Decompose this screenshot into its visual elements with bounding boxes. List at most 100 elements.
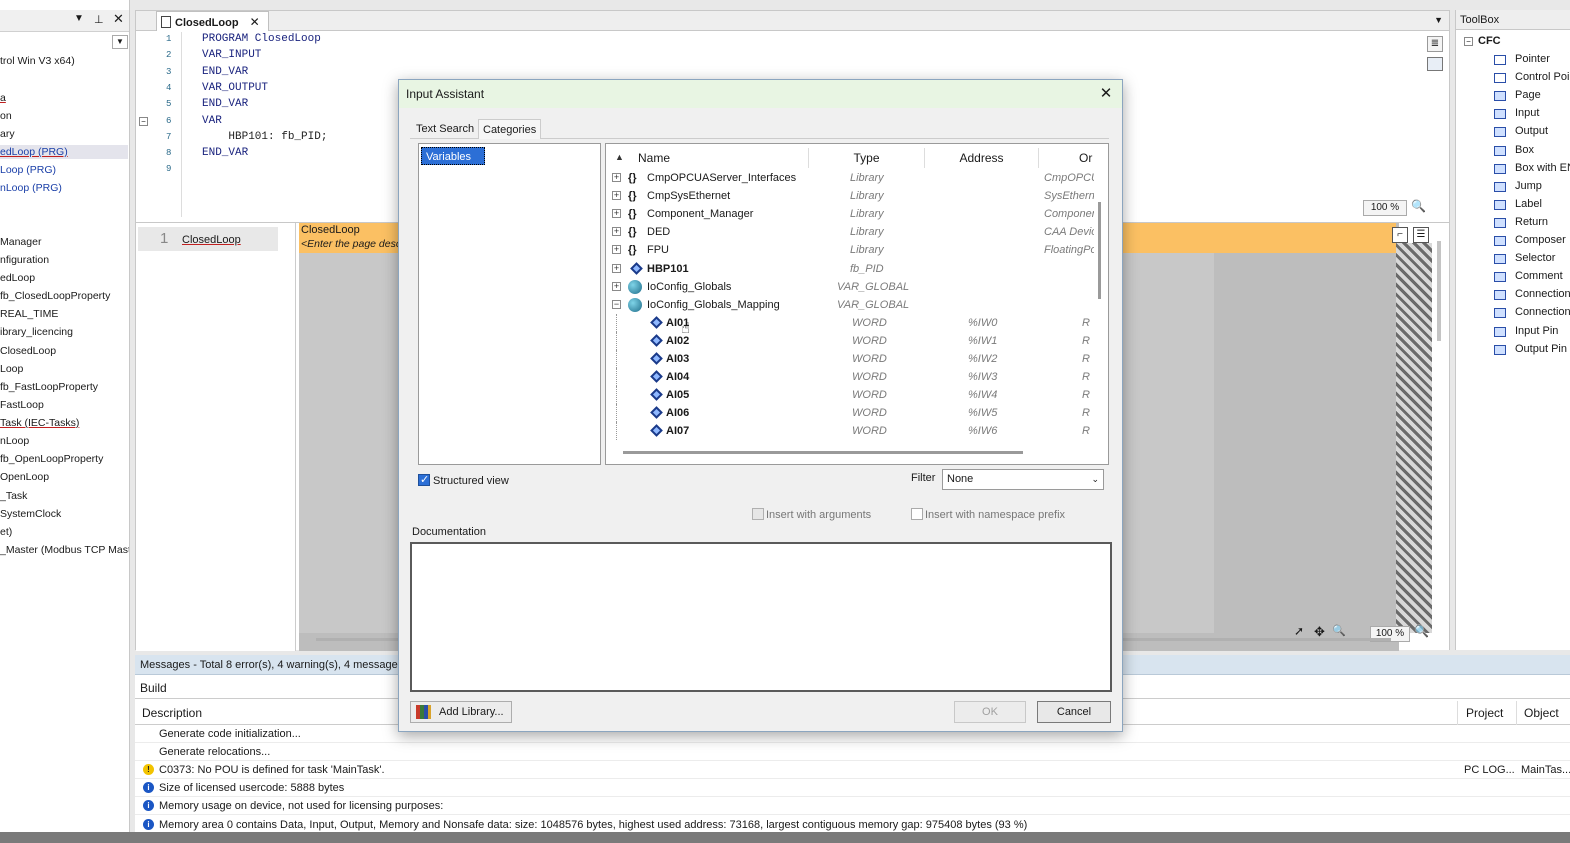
column-project[interactable]: Project: [1457, 701, 1503, 725]
variable-row[interactable]: + IoConfig_Globals VAR_GLOBAL: [606, 278, 1096, 296]
close-icon[interactable]: ✕: [1098, 86, 1114, 102]
code-line[interactable]: HBP101: fb_PID;: [202, 131, 327, 143]
variable-row[interactable]: AI07 WORD %IW6 R: [606, 422, 1096, 441]
project-tree-item[interactable]: Loop: [0, 362, 23, 376]
filter-select[interactable]: None ⌄: [942, 469, 1104, 490]
expand-icon[interactable]: +: [612, 209, 621, 219]
project-tree-item[interactable]: nLoop (PRG): [0, 181, 62, 195]
zoom-level-top[interactable]: 100 %: [1363, 200, 1407, 216]
column-object[interactable]: Object: [1516, 701, 1559, 725]
message-row[interactable]: ! C0373: No POU is defined for task 'Main…: [135, 761, 1570, 780]
project-tree-item[interactable]: et): [0, 525, 12, 539]
project-tree-item[interactable]: SystemClock: [0, 507, 61, 521]
project-tree-item[interactable]: OpenLoop: [0, 470, 49, 484]
tabular-view-icon[interactable]: [1427, 57, 1443, 71]
tab-categories[interactable]: Categories: [478, 119, 542, 139]
variable-row[interactable]: + {} FPU Library FloatingPo: [606, 241, 1096, 259]
code-line[interactable]: VAR: [202, 115, 222, 127]
tab-list-arrow-icon[interactable]: ▼: [1434, 15, 1443, 25]
message-row[interactable]: Generate relocations...: [135, 743, 1570, 762]
toolbox-item[interactable]: Jump: [1515, 180, 1542, 192]
sort-up-icon[interactable]: ▲: [615, 152, 624, 162]
variable-row[interactable]: + {} DED Library CAA Devic: [606, 223, 1096, 241]
page-list-item[interactable]: 1 ClosedLoop: [138, 227, 278, 251]
project-tree-item[interactable]: _Task: [0, 489, 27, 503]
code-line[interactable]: END_VAR: [202, 98, 248, 110]
toolbox-item[interactable]: Output Pin: [1515, 343, 1567, 355]
message-row[interactable]: i Size of licensed usercode: 5888 bytes: [135, 779, 1570, 798]
toolbox-item[interactable]: Pointer: [1515, 53, 1550, 65]
expand-icon[interactable]: +: [612, 173, 621, 182]
toolbox-item[interactable]: Input: [1515, 107, 1539, 119]
expand-icon[interactable]: +: [612, 191, 621, 201]
toolbox-item[interactable]: Composer: [1515, 234, 1566, 246]
grid-horizontal-scrollbar[interactable]: [623, 451, 1023, 454]
collapse-icon[interactable]: −: [139, 117, 148, 126]
insert-with-namespace-checkbox[interactable]: [911, 508, 923, 520]
pointer-tool-icon[interactable]: ➚: [1294, 624, 1304, 638]
project-tree-item[interactable]: fb_ClosedLoopProperty: [0, 289, 110, 303]
project-tree-item[interactable]: trol Win V3 x64): [0, 54, 75, 68]
textual-view-icon[interactable]: ≣: [1427, 36, 1443, 52]
variable-row[interactable]: + {} CmpOPCUAServer_Interfaces Library CmpOP…: [606, 169, 1096, 187]
project-tree-item[interactable]: a: [0, 91, 6, 105]
message-row[interactable]: i Memory area 0 contains Data, Input, Out…: [135, 816, 1570, 834]
expand-icon[interactable]: +: [612, 281, 621, 291]
toolbox-item[interactable]: Input Pin: [1515, 325, 1558, 337]
variable-row[interactable]: AI06 WORD %IW5 R: [606, 404, 1096, 423]
variable-row[interactable]: + {} CmpSysEthernet Library SysEthern: [606, 187, 1096, 205]
device-dropdown[interactable]: ▼: [112, 35, 128, 49]
column-type[interactable]: Type: [809, 148, 925, 168]
code-line[interactable]: END_VAR: [202, 147, 248, 159]
variable-row[interactable]: − IoConfig_Globals_Mapping VAR_GLOBAL: [606, 296, 1096, 314]
toolbox-item[interactable]: Return: [1515, 216, 1548, 228]
tab-closedloop[interactable]: ClosedLoop ✕: [156, 11, 269, 31]
column-name[interactable]: Name: [638, 148, 809, 168]
project-tree-item[interactable]: ary: [0, 127, 15, 141]
variable-row[interactable]: + HBP101 fb_PID: [606, 260, 1096, 278]
toolbox-section-cfc[interactable]: CFC: [1478, 35, 1501, 47]
project-tree-item[interactable]: Task (IEC-Tasks): [0, 416, 79, 430]
zoom-options-icon[interactable]: 🔍: [1414, 624, 1429, 638]
zoom-icon[interactable]: 🔍: [1411, 199, 1426, 213]
project-tree-item[interactable]: nfiguration: [0, 253, 49, 267]
toolbox-item[interactable]: Control Poi: [1515, 71, 1569, 83]
project-tree-item[interactable]: on: [0, 109, 12, 123]
toolbox-item[interactable]: Connection: [1515, 288, 1570, 300]
project-tree-item[interactable]: nLoop: [0, 434, 29, 448]
toolbox-item[interactable]: Output: [1515, 125, 1548, 137]
project-tree-item[interactable]: fb_OpenLoopProperty: [0, 452, 103, 466]
project-tree-item[interactable]: ClosedLoop: [0, 344, 56, 358]
column-origin[interactable]: Or: [1039, 148, 1108, 168]
project-tree-item[interactable]: Manager: [0, 235, 41, 249]
project-tree-item[interactable]: FastLoop: [0, 398, 44, 412]
expand-icon[interactable]: +: [612, 263, 621, 273]
project-tree-item[interactable]: fb_FastLoopProperty: [0, 380, 98, 394]
expand-icon[interactable]: +: [612, 245, 621, 255]
project-tree-item[interactable]: REAL_TIME: [0, 307, 58, 321]
add-library-button[interactable]: Add Library...: [410, 701, 512, 723]
project-tree-item[interactable]: Loop (PRG): [0, 163, 56, 177]
toolbox-item[interactable]: Label: [1515, 198, 1542, 210]
project-tree-item[interactable]: edLoop (PRG): [0, 145, 128, 159]
toolbox-item[interactable]: Connection: [1515, 306, 1570, 318]
execution-order-icon[interactable]: ⌐: [1392, 227, 1408, 243]
tab-text-search[interactable]: Text Search: [412, 119, 478, 139]
insert-with-arguments-checkbox[interactable]: [752, 508, 764, 520]
close-tab-icon[interactable]: ✕: [250, 15, 260, 29]
variable-row[interactable]: AI01 WORD %IW0 R: [606, 313, 1096, 332]
toolbox-item[interactable]: Page: [1515, 89, 1541, 101]
zoom-tool-icon[interactable]: 🔍: [1332, 624, 1346, 637]
expand-icon[interactable]: +: [612, 227, 621, 237]
grid-vertical-scrollbar[interactable]: [1098, 202, 1101, 299]
code-line[interactable]: END_VAR: [202, 66, 248, 78]
column-description[interactable]: Description: [142, 701, 202, 725]
vertical-scrollbar[interactable]: [1437, 241, 1441, 341]
variable-row[interactable]: AI03 WORD %IW2 R: [606, 350, 1096, 368]
ok-button[interactable]: OK: [954, 701, 1026, 723]
toolbox-item[interactable]: Comment: [1515, 270, 1563, 282]
cancel-button[interactable]: Cancel: [1037, 701, 1111, 723]
code-line[interactable]: VAR_INPUT: [202, 49, 261, 61]
collapse-icon[interactable]: −: [1464, 37, 1473, 46]
collapse-icon[interactable]: −: [612, 299, 621, 309]
